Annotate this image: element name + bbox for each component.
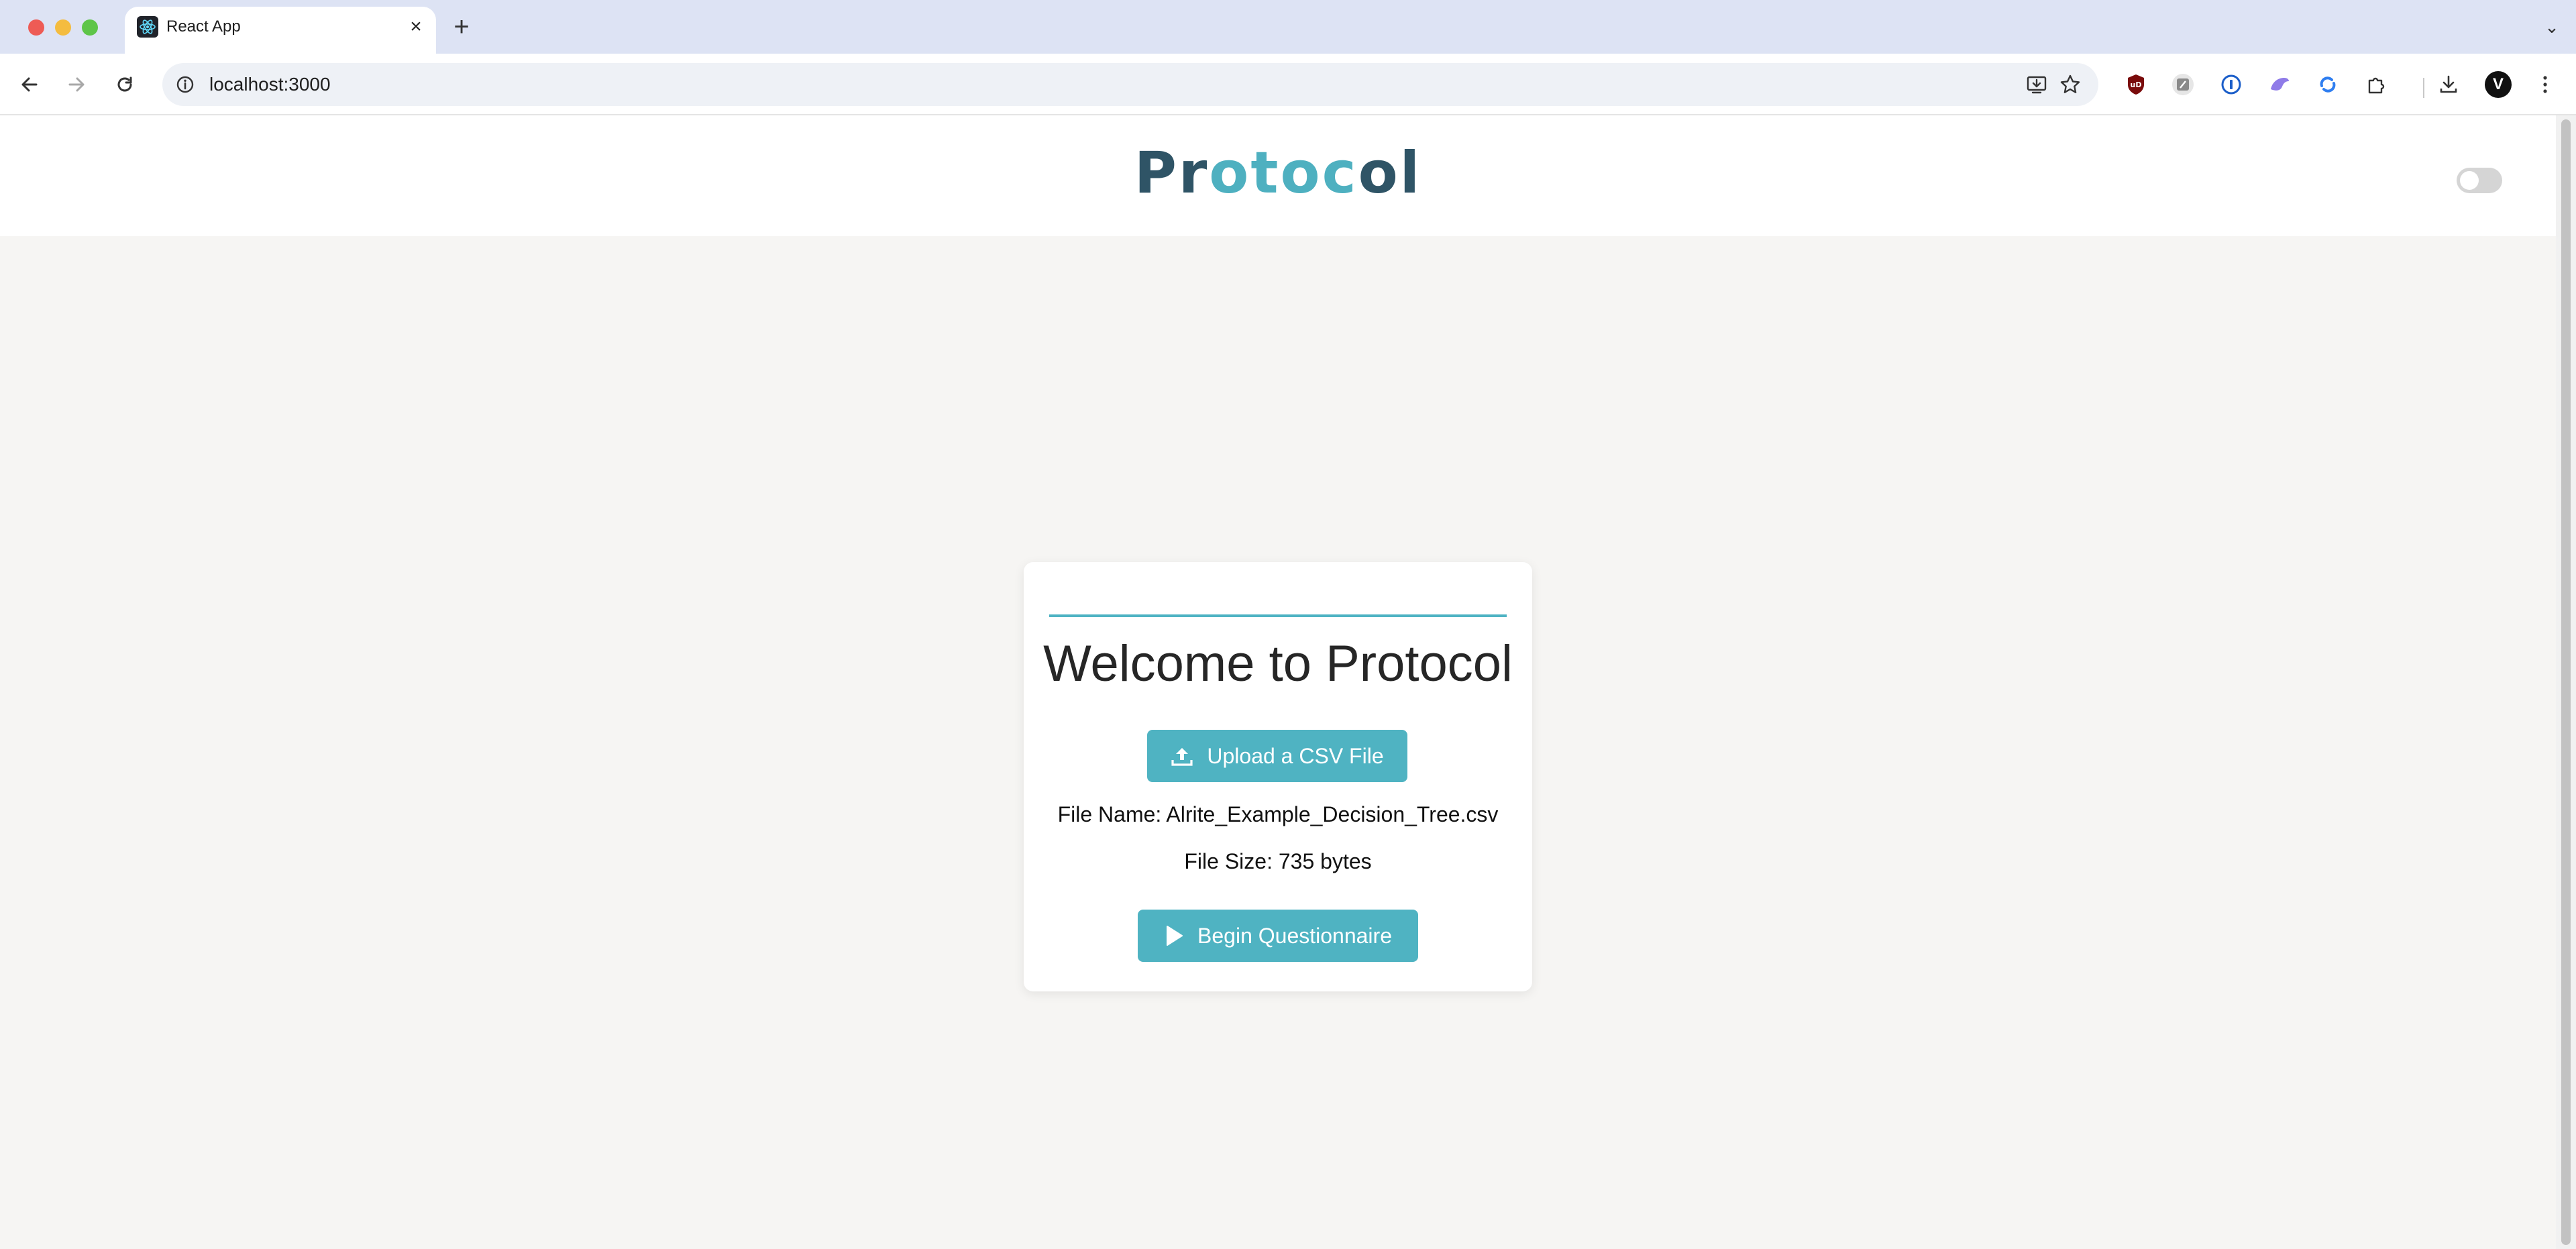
extensions-puzzle-icon[interactable] — [2360, 68, 2392, 101]
ublock-icon[interactable]: uD — [2120, 68, 2152, 101]
sync-extension-icon[interactable] — [2312, 68, 2344, 101]
welcome-card: Welcome to Protocol Upload a CSV File Fi… — [1024, 562, 1532, 991]
file-name-text: File Name: Alrite_Example_Decision_Tree.… — [1057, 802, 1499, 826]
install-app-icon[interactable] — [2025, 72, 2049, 97]
begin-questionnaire-button[interactable]: Begin Questionnaire — [1138, 910, 1418, 962]
info-icon[interactable] — [173, 72, 197, 97]
new-tab-button[interactable]: + — [448, 13, 475, 40]
accent-rule — [1049, 614, 1507, 617]
scrollbar-thumb[interactable] — [2561, 119, 2571, 1245]
password-manager-icon[interactable] — [2215, 68, 2247, 101]
browser-toolbar: localhost:3000 uD V — [0, 54, 2576, 115]
app-logo[interactable]: Protocol — [0, 140, 2556, 207]
maximize-window-button[interactable] — [82, 19, 98, 36]
tab-react-app[interactable]: React App × — [125, 7, 436, 54]
svg-text:uD: uD — [2131, 80, 2142, 89]
reload-icon[interactable] — [109, 68, 141, 101]
extension-gray-icon[interactable] — [2167, 68, 2199, 101]
upload-icon — [1171, 745, 1193, 767]
upload-button-label: Upload a CSV File — [1207, 743, 1384, 768]
close-window-button[interactable] — [28, 19, 44, 36]
address-bar[interactable]: localhost:3000 — [162, 63, 2098, 106]
profile-avatar[interactable]: V — [2482, 68, 2514, 101]
bookmark-star-icon[interactable] — [2058, 72, 2082, 97]
download-icon[interactable] — [2432, 68, 2465, 101]
begin-button-label: Begin Questionnaire — [1197, 923, 1392, 948]
chevron-down-icon[interactable]: ⌄ — [2538, 13, 2565, 40]
profile-initial: V — [2485, 71, 2512, 98]
close-icon[interactable]: × — [404, 15, 428, 39]
minimize-window-button[interactable] — [55, 19, 71, 36]
purple-extension-icon[interactable] — [2263, 68, 2296, 101]
page-scrollbar[interactable] — [2556, 115, 2576, 1249]
tab-strip: React App × + ⌄ — [0, 0, 2576, 54]
toolbar-divider — [2423, 78, 2424, 98]
play-icon — [1164, 924, 1184, 947]
app-header: Protocol — [0, 115, 2556, 236]
toggle-knob — [2460, 171, 2479, 190]
welcome-title: Welcome to Protocol — [1043, 635, 1513, 692]
tab-title: React App — [166, 17, 241, 36]
back-arrow-icon[interactable] — [13, 68, 46, 101]
file-size-text: File Size: 735 bytes — [1184, 849, 1372, 873]
theme-toggle[interactable] — [2457, 168, 2502, 193]
react-icon — [137, 16, 158, 38]
url-text[interactable]: localhost:3000 — [209, 73, 331, 96]
upload-csv-button[interactable]: Upload a CSV File — [1147, 730, 1407, 782]
forward-arrow-icon[interactable] — [60, 68, 93, 101]
kebab-menu-icon[interactable] — [2529, 68, 2561, 101]
